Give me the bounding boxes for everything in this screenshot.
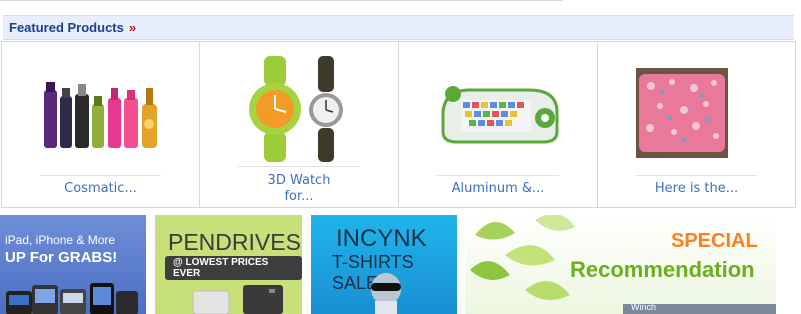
cosmetics-bottles-image[interactable] (40, 78, 164, 154)
product-card[interactable]: Aluminum &... (399, 42, 598, 207)
watches-image[interactable] (240, 54, 350, 164)
pendrives-banner[interactable]: PENDRIVES @ LOWEST PRICES EVER (155, 215, 302, 314)
banner-title: PENDRIVES (168, 229, 301, 255)
top-divider (0, 0, 563, 1)
section-title[interactable]: Featured Products » (9, 20, 136, 35)
banner-line1: iPad, iPhone & More (5, 233, 116, 247)
banner-pill: @ LOWEST PRICES EVER (165, 256, 302, 280)
product-grid: Cosmatic... 3D Watch for... Aluminum &..… (1, 41, 796, 208)
product-caption-link[interactable]: Cosmatic... (2, 181, 199, 196)
caption-divider (437, 175, 559, 176)
product-card[interactable]: 3D Watch for... (200, 42, 399, 207)
strip-text: Winch (631, 302, 657, 312)
banner-title: INCYNK (336, 225, 427, 252)
pendrive-image (192, 285, 283, 314)
double-arrow-icon: » (128, 20, 137, 35)
model-head-image (371, 273, 401, 314)
product-card[interactable]: Cosmatic... (2, 42, 200, 207)
phones-image (6, 283, 138, 314)
caption-divider (238, 166, 360, 167)
caption-divider (636, 175, 757, 176)
kids-keyboard-toy-image[interactable] (439, 82, 561, 144)
caption-divider (40, 175, 161, 176)
section-title-text: Featured Products (9, 20, 124, 35)
recommendation-strip: Winch (623, 302, 776, 314)
special-recommendation-banner[interactable]: SPECIAL Recommendation Winch (465, 215, 776, 314)
ipad-iphone-banner[interactable]: iPad, iPhone & More UP For GRABS! (0, 215, 146, 314)
featured-products-header: Featured Products » (3, 15, 794, 40)
product-card[interactable]: Here is the... (598, 42, 795, 207)
banner-line2: UP For GRABS! (5, 249, 118, 266)
pink-pillow-image[interactable] (636, 68, 728, 158)
product-caption-link[interactable]: Here is the... (598, 181, 795, 196)
product-caption-link[interactable]: Aluminum &... (399, 181, 597, 196)
banner-subtitle: Recommendation (570, 257, 755, 282)
incynk-tshirts-banner[interactable]: INCYNK T-SHIRTS SALE (311, 215, 457, 314)
banner-title: SPECIAL (671, 230, 758, 252)
product-caption-link[interactable]: 3D Watch for... (200, 173, 398, 205)
